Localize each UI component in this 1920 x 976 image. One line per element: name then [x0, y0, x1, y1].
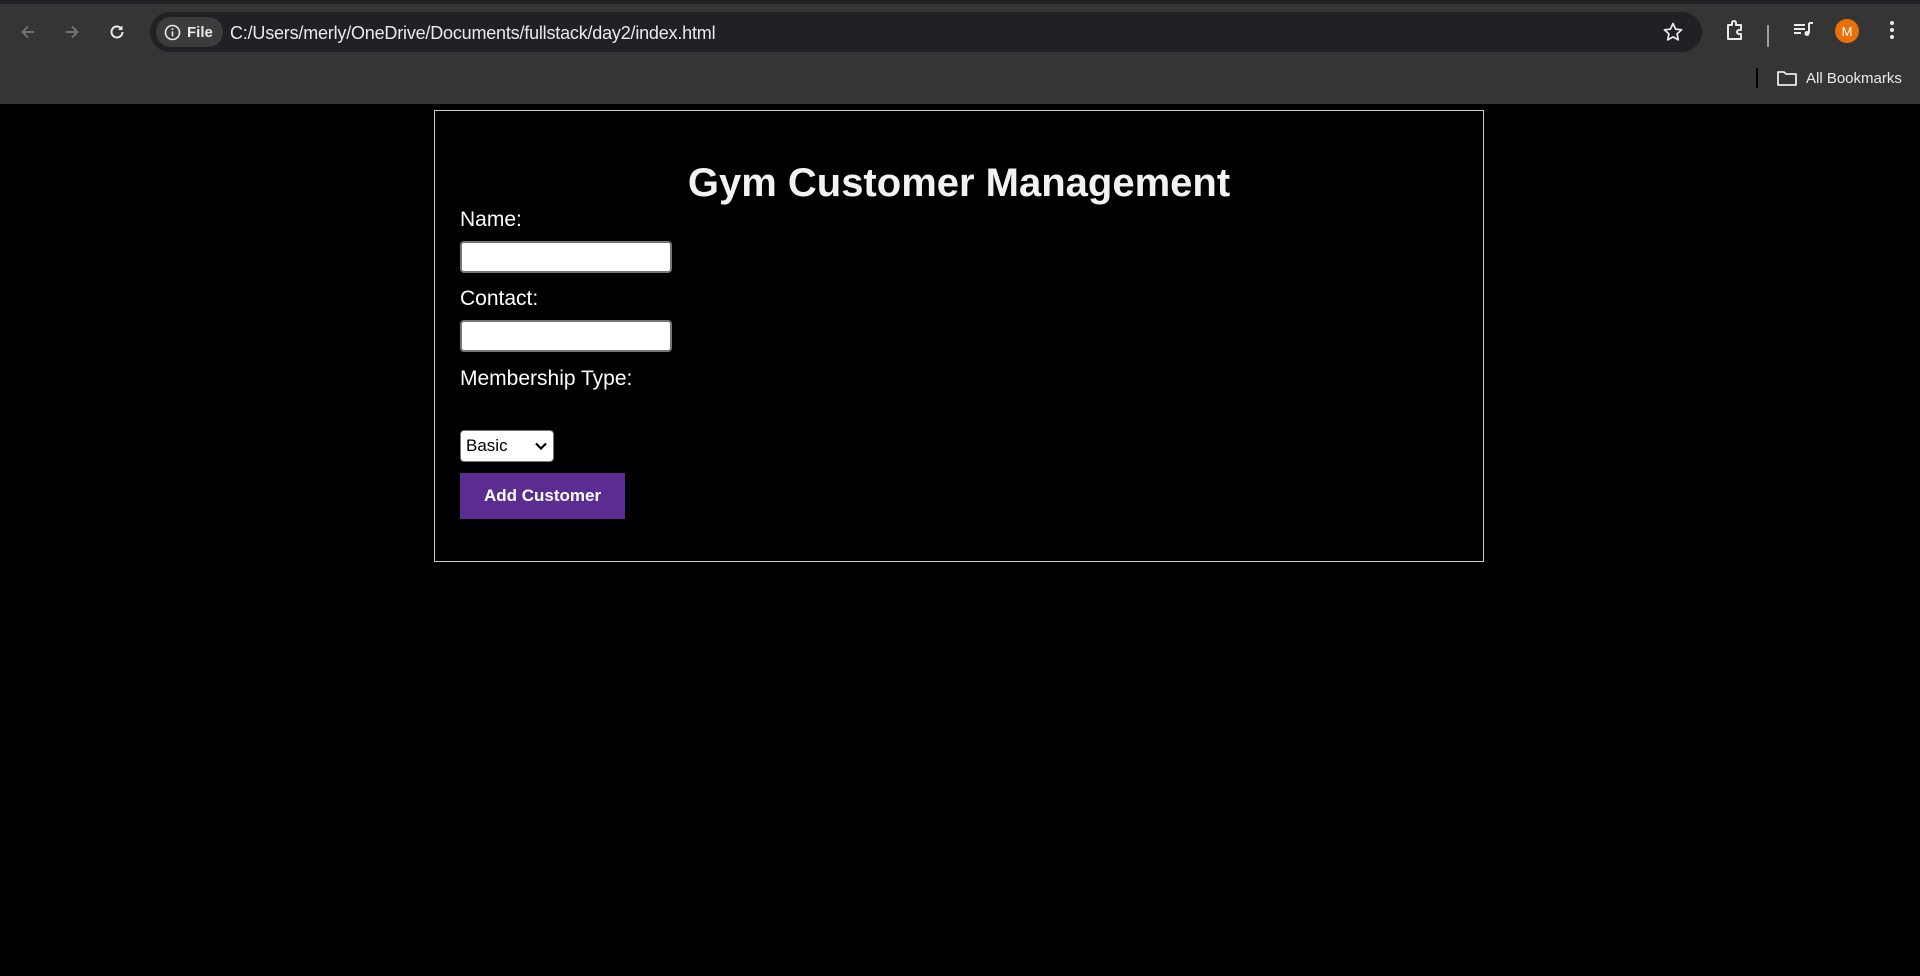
add-customer-button[interactable]: Add Customer: [460, 473, 625, 519]
membership-type-select[interactable]: Basic: [460, 430, 554, 462]
page-viewport: Gym Customer Management Name: Contact: M…: [0, 104, 1920, 976]
all-bookmarks-label: All Bookmarks: [1806, 69, 1902, 87]
all-bookmarks-button[interactable]: All Bookmarks: [1776, 66, 1902, 90]
site-chip-label: File: [187, 23, 213, 41]
browser-toolbar: File C:/Users/merly/OneDrive/Documents/f…: [0, 10, 1920, 54]
reload-button[interactable]: [101, 16, 133, 48]
chevron-down-icon: [534, 441, 548, 451]
url-text[interactable]: C:/Users/merly/OneDrive/Documents/fullst…: [230, 23, 716, 44]
extensions-icon[interactable]: [1722, 16, 1750, 49]
contact-label: Contact:: [460, 287, 539, 310]
tab-strip: [0, 0, 1920, 4]
toolbar-divider: [1767, 25, 1769, 47]
bookmarks-bar: All Bookmarks: [0, 62, 1920, 94]
media-queue-icon[interactable]: [1789, 16, 1817, 49]
address-bar[interactable]: File C:/Users/merly/OneDrive/Documents/f…: [150, 12, 1702, 52]
reload-icon: [107, 22, 127, 42]
browser-chrome: File C:/Users/merly/OneDrive/Documents/f…: [0, 0, 1920, 104]
bookmarks-divider: [1756, 68, 1758, 88]
customer-form-container: Gym Customer Management Name: Contact: M…: [434, 110, 1484, 562]
profile-avatar[interactable]: M: [1835, 19, 1859, 43]
arrow-left-icon: [18, 22, 38, 42]
kebab-menu-icon[interactable]: [1880, 16, 1904, 49]
folder-icon: [1776, 69, 1798, 87]
membership-type-value: Basic: [466, 436, 508, 455]
contact-input[interactable]: [460, 320, 672, 352]
membership-type-label: Membership Type:: [460, 367, 633, 390]
info-icon: [164, 24, 181, 41]
name-input[interactable]: [460, 241, 672, 273]
bookmark-star-icon[interactable]: [1662, 21, 1684, 43]
site-info-chip[interactable]: File: [156, 17, 223, 47]
forward-button[interactable]: [56, 16, 88, 48]
arrow-right-icon: [62, 22, 82, 42]
back-button[interactable]: [12, 16, 44, 48]
name-label: Name:: [460, 208, 522, 231]
page-title: Gym Customer Management: [687, 161, 1231, 205]
